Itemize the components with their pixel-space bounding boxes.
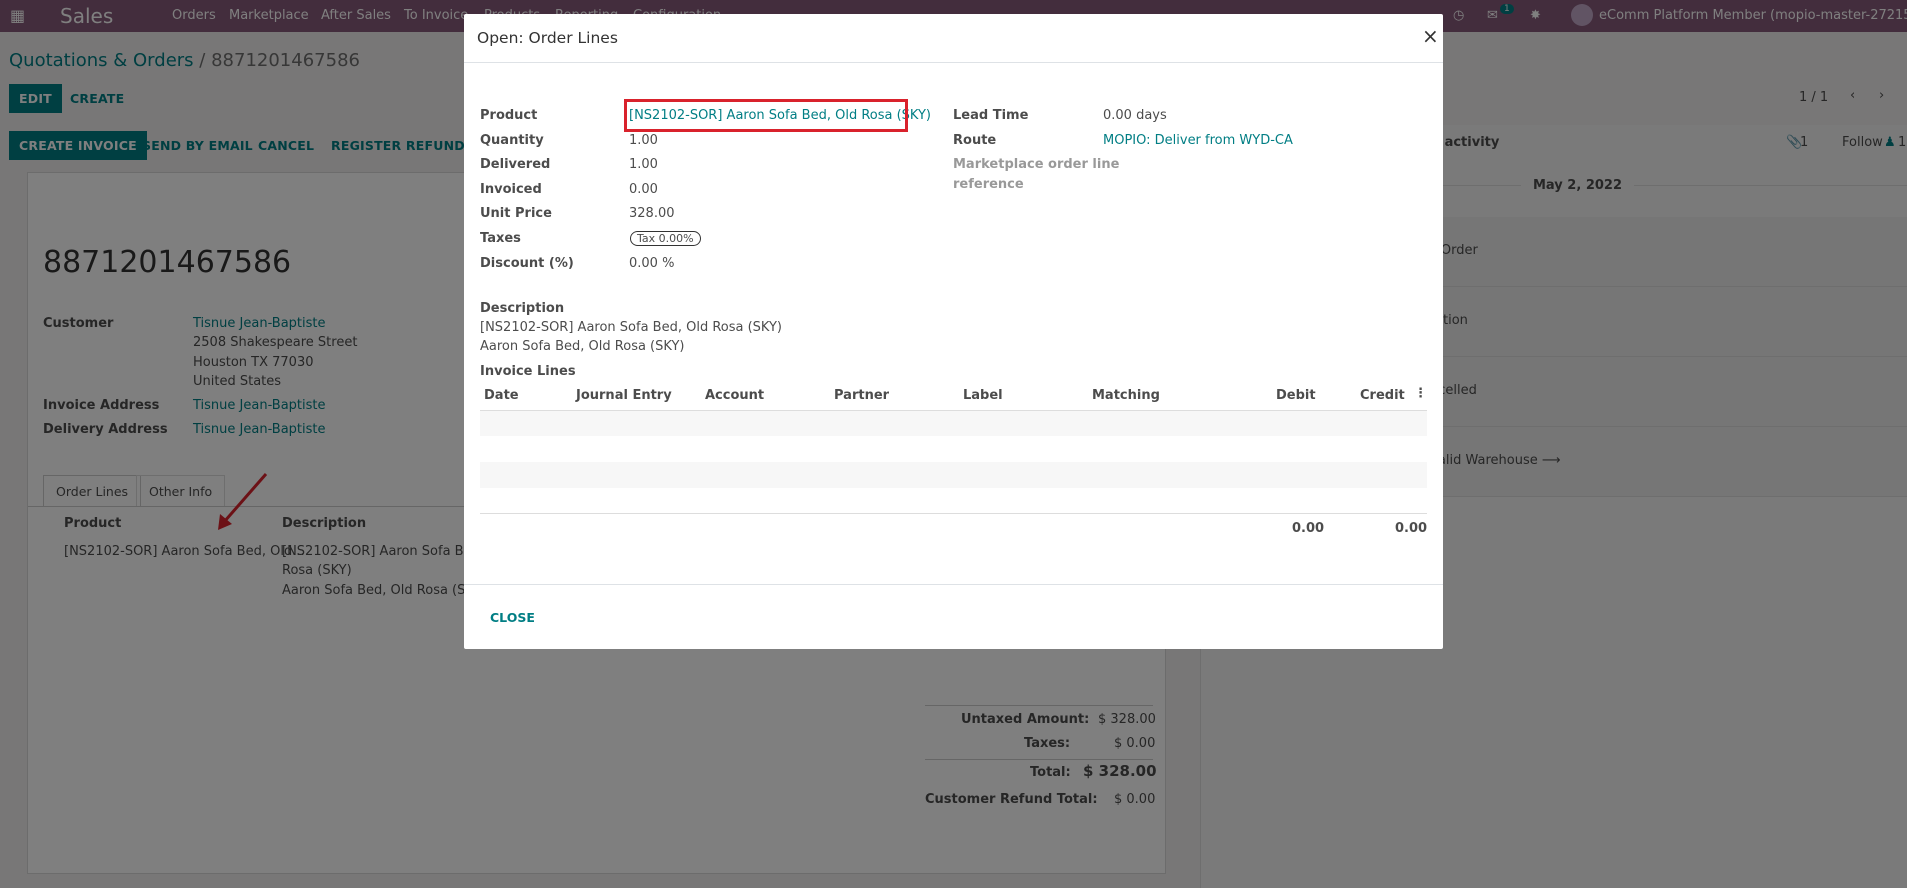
credit-total: 0.00 [1395,521,1428,536]
marketplace-ref-label: Marketplace order line [953,157,1120,172]
taxes-label: Taxes [480,231,521,246]
invoice-lines-label: Invoice Lines [480,364,576,379]
quantity-value: 1.00 [629,133,658,148]
close-icon[interactable]: × [1422,24,1439,48]
description-line-1: [NS2102-SOR] Aaron Sofa Bed, Old Rosa (S… [480,320,783,335]
table-row [480,410,1427,436]
description-line-2: Aaron Sofa Bed, Old Rosa (SKY) [480,339,685,354]
col-account[interactable]: Account [705,388,764,403]
invoiced-value: 0.00 [629,182,658,197]
unit-price-value: 328.00 [629,206,675,221]
col-partner[interactable]: Partner [834,388,889,403]
invoiced-label: Invoiced [480,182,542,197]
route-link[interactable]: MOPIO: Deliver from WYD-CA [1103,133,1293,148]
dialog-footer: CLOSE [464,584,1443,649]
dialog-header: Open: Order Lines × [464,14,1443,63]
dialog-title: Open: Order Lines [477,29,618,47]
col-debit[interactable]: Debit [1276,388,1316,403]
route-label: Route [953,133,997,148]
col-date[interactable]: Date [484,388,519,403]
unit-price-label: Unit Price [480,206,552,221]
discount-value: 0.00 % [629,256,675,271]
table-row [480,488,1427,514]
discount-label: Discount (%) [480,256,574,271]
optional-columns-icon[interactable]: ⋮ [1414,386,1427,401]
description-label: Description [480,301,565,316]
highlight-box [624,99,908,132]
lead-time-value: 0.00 days [1103,108,1167,123]
delivered-value: 1.00 [629,157,658,172]
tax-tag: Tax 0.00% [630,231,701,246]
col-credit[interactable]: Credit [1360,388,1405,403]
invoice-lines-table: Date Journal Entry Account Partner Label… [480,384,1427,538]
table-row [480,436,1427,462]
col-matching[interactable]: Matching [1092,388,1160,403]
close-button[interactable]: CLOSE [490,603,535,632]
col-label[interactable]: Label [963,388,1003,403]
marketplace-ref-label-line2: reference [953,177,1024,192]
col-journal-entry[interactable]: Journal Entry [576,388,672,403]
debit-total: 0.00 [1292,521,1325,536]
product-label: Product [480,108,538,123]
delivered-label: Delivered [480,157,551,172]
order-line-dialog: Open: Order Lines × Product [NS2102-SOR]… [464,14,1443,649]
quantity-label: Quantity [480,133,544,148]
table-row [480,462,1427,488]
lead-time-label: Lead Time [953,108,1029,123]
